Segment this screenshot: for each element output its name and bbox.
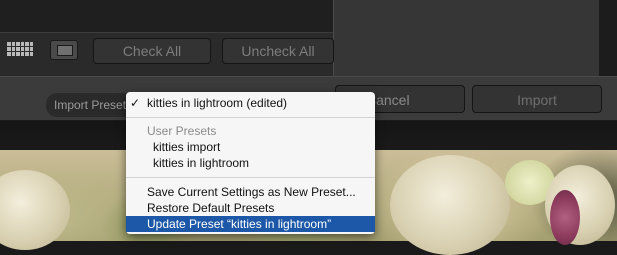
- import-button[interactable]: Import: [472, 85, 602, 113]
- menu-header-user-presets: User Presets: [126, 123, 375, 139]
- menu-item-current-preset[interactable]: ✓ kitties in lightroom (edited): [126, 95, 375, 111]
- menu-header-label: User Presets: [147, 124, 217, 138]
- thumbnail-grid-panel: [0, 0, 333, 33]
- menu-item-label: kitties in lightroom: [153, 156, 250, 170]
- flower-center: [390, 155, 510, 255]
- menu-item-kitties-import[interactable]: kitties import: [126, 139, 375, 155]
- menu-separator: [126, 117, 375, 118]
- menu-item-label: Update Preset “kitties in lightroom”: [147, 217, 332, 231]
- flower-pink-center: [550, 190, 580, 245]
- import-preset-menu: ✓ kitties in lightroom (edited) User Pre…: [126, 92, 375, 234]
- menu-item-label: Save Current Settings as New Preset...: [147, 185, 356, 199]
- menu-item-label: kitties import: [153, 140, 221, 154]
- loupe-view-icon: [57, 45, 73, 56]
- checkmark-icon: ✓: [130, 96, 141, 110]
- flower-left: [0, 170, 70, 250]
- menu-item-save-current-settings[interactable]: Save Current Settings as New Preset...: [126, 184, 375, 200]
- menu-item-label: Restore Default Presets: [147, 201, 275, 215]
- menu-item-update-preset[interactable]: Update Preset “kitties in lightroom”: [126, 216, 375, 232]
- grid-view-icon[interactable]: [7, 42, 33, 56]
- uncheck-all-button[interactable]: Uncheck All: [222, 38, 334, 64]
- right-panel-scroll-edge: [599, 0, 617, 76]
- menu-item-kitties-in-lightroom[interactable]: kitties in lightroom: [126, 155, 375, 171]
- menu-item-restore-default-presets[interactable]: Restore Default Presets: [126, 200, 375, 216]
- menu-item-label: kitties in lightroom (edited): [147, 96, 288, 110]
- menu-separator: [126, 177, 375, 178]
- right-panel: [333, 0, 617, 76]
- loupe-view-button[interactable]: [50, 40, 78, 60]
- check-all-button[interactable]: Check All: [93, 38, 211, 64]
